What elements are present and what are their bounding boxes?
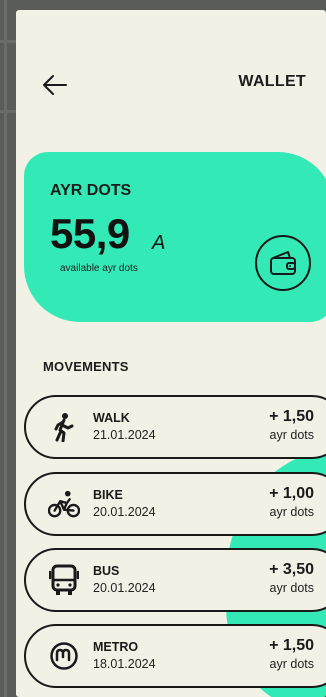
movements-title: MOVEMENTS bbox=[43, 359, 129, 374]
map-background-line bbox=[0, 40, 16, 43]
balance-card: AYR DOTS 55,9 A available ayr dots bbox=[24, 152, 326, 322]
movement-name: BIKE bbox=[93, 488, 123, 502]
movement-unit: ayr dots bbox=[269, 657, 314, 671]
page-title: WALLET bbox=[238, 73, 306, 90]
movement-row-metro[interactable]: METRO 18.01.2024 + 1,50 ayr dots bbox=[24, 624, 326, 688]
ayr-dots-symbol: A bbox=[152, 232, 166, 254]
movement-unit: ayr dots bbox=[269, 505, 314, 519]
movement-name: METRO bbox=[93, 640, 139, 654]
metro-icon bbox=[48, 640, 80, 672]
balance-amount: 55,9 bbox=[50, 210, 130, 257]
wallet-icon bbox=[270, 251, 296, 275]
movement-amount: + 1,00 bbox=[269, 485, 314, 502]
movement-amount: + 1,50 bbox=[269, 408, 314, 425]
movement-amount: + 3,50 bbox=[269, 561, 314, 578]
wallet-button[interactable] bbox=[255, 235, 311, 291]
movement-name: BUS bbox=[93, 564, 120, 578]
wallet-screen: WALLET AYR DOTS 55,9 A available ayr dot… bbox=[16, 10, 326, 697]
movement-unit: ayr dots bbox=[269, 581, 314, 595]
map-background-line bbox=[4, 0, 7, 697]
arrow-left-icon bbox=[43, 75, 67, 95]
movement-date: 21.01.2024 bbox=[93, 428, 156, 442]
movement-unit: ayr dots bbox=[269, 428, 314, 442]
movement-row-bus[interactable]: BUS 20.01.2024 + 3,50 ayr dots bbox=[24, 548, 326, 612]
bike-icon bbox=[48, 488, 80, 520]
movement-date: 18.01.2024 bbox=[93, 657, 156, 671]
movement-row-bike[interactable]: BIKE 20.01.2024 + 1,00 ayr dots bbox=[24, 472, 326, 536]
top-bar: WALLET bbox=[16, 70, 326, 114]
movement-date: 20.01.2024 bbox=[93, 581, 156, 595]
movement-name: WALK bbox=[93, 411, 130, 425]
bus-icon bbox=[48, 564, 80, 596]
balance-subtitle: available ayr dots bbox=[60, 263, 138, 274]
movement-date: 20.01.2024 bbox=[93, 505, 156, 519]
walk-icon bbox=[48, 411, 80, 443]
map-background-line bbox=[0, 110, 16, 113]
back-button[interactable] bbox=[40, 70, 70, 100]
movement-row-walk[interactable]: WALK 21.01.2024 + 1,50 ayr dots bbox=[24, 395, 326, 459]
balance-label: AYR DOTS bbox=[50, 182, 132, 199]
movement-amount: + 1,50 bbox=[269, 637, 314, 654]
